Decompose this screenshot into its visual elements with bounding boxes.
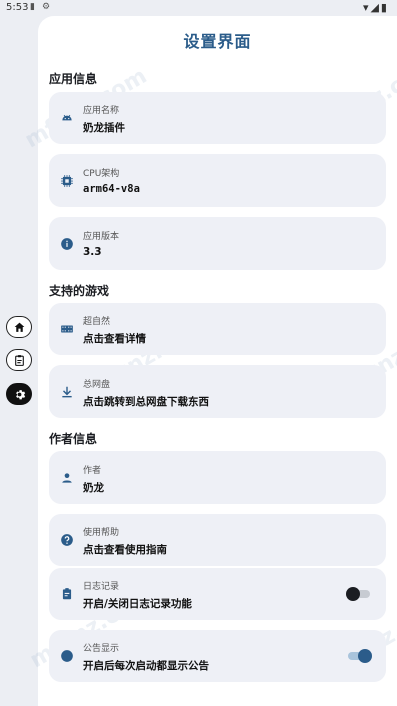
nav-home-button[interactable] [6, 316, 32, 338]
person-icon [60, 471, 74, 485]
card-label: 作者 [83, 466, 102, 476]
sim-icon: ▮ [30, 2, 35, 12]
card-cpu-arch[interactable]: CPU架构 arm64-v8a [49, 154, 386, 207]
card-value: 点击跳转到总网盘下载东西 [83, 396, 209, 408]
toggle-knob [358, 649, 372, 663]
card-notice: 公告显示 开启后每次启动都显示公告 [49, 630, 386, 682]
card-author[interactable]: 作者 奶龙 [49, 451, 386, 504]
help-icon [60, 533, 74, 547]
info-icon [60, 237, 74, 251]
nav-settings-button[interactable] [6, 383, 32, 405]
nav-clipboard-button[interactable] [6, 349, 32, 371]
clipboard-icon [14, 354, 24, 366]
section-app-info: 应用信息 [49, 72, 98, 86]
signal-battery-icons: ▾◢▮ [362, 1, 389, 14]
status-bar: 5:53 ▮ ⚙ ▾◢▮ [0, 0, 397, 16]
log-toggle-switch[interactable] [346, 587, 370, 601]
card-label: 使用帮助 [83, 528, 120, 538]
clipboard-icon [60, 587, 74, 601]
card-label: 公告显示 [83, 644, 120, 654]
card-label: 总网盘 [83, 380, 111, 390]
section-supported-games: 支持的游戏 [49, 284, 110, 298]
card-value: 开启/关闭日志记录功能 [83, 598, 192, 610]
download-icon [60, 385, 74, 399]
card-value: 奶龙插件 [83, 122, 125, 134]
chip-icon [60, 174, 74, 188]
card-label: 应用版本 [83, 232, 120, 242]
section-author-info: 作者信息 [49, 432, 98, 446]
settings-panel: mfunz.com mfunz.com mfunz.com mfunz.com … [21, 16, 397, 706]
circle-icon [60, 649, 74, 663]
page-title: 设置界面 [183, 32, 252, 51]
card-value: 点击查看使用指南 [83, 544, 167, 556]
home-icon [14, 322, 24, 332]
film-icon [60, 322, 74, 336]
status-time: 5:53 [6, 2, 29, 13]
card-game-nature[interactable]: 超自然 点击查看详情 [49, 303, 386, 355]
card-value: 点击查看详情 [83, 333, 146, 345]
card-label: 超自然 [83, 317, 111, 327]
android-icon [60, 111, 74, 125]
toggle-knob [346, 587, 360, 601]
settings-gear-status-icon: ⚙ [42, 2, 51, 12]
card-label: 应用名称 [83, 106, 120, 116]
card-label: CPU架构 [83, 169, 120, 179]
card-netdisk[interactable]: 总网盘 点击跳转到总网盘下载东西 [49, 365, 386, 418]
card-value: 开启后每次启动都显示公告 [83, 660, 209, 672]
notice-toggle-switch[interactable] [348, 649, 372, 663]
card-app-version[interactable]: 应用版本 3.3 [49, 217, 386, 270]
card-value: 奶龙 [83, 482, 104, 494]
card-value: 3.3 [83, 246, 102, 258]
card-label: 日志记录 [83, 582, 120, 592]
card-value: arm64-v8a [83, 183, 140, 195]
card-app-name[interactable]: 应用名称 奶龙插件 [49, 92, 386, 144]
navigation-rail [0, 16, 38, 706]
card-log: 日志记录 开启/关闭日志记录功能 [49, 568, 386, 620]
card-help[interactable]: 使用帮助 点击查看使用指南 [49, 514, 386, 566]
gear-icon [15, 389, 25, 399]
